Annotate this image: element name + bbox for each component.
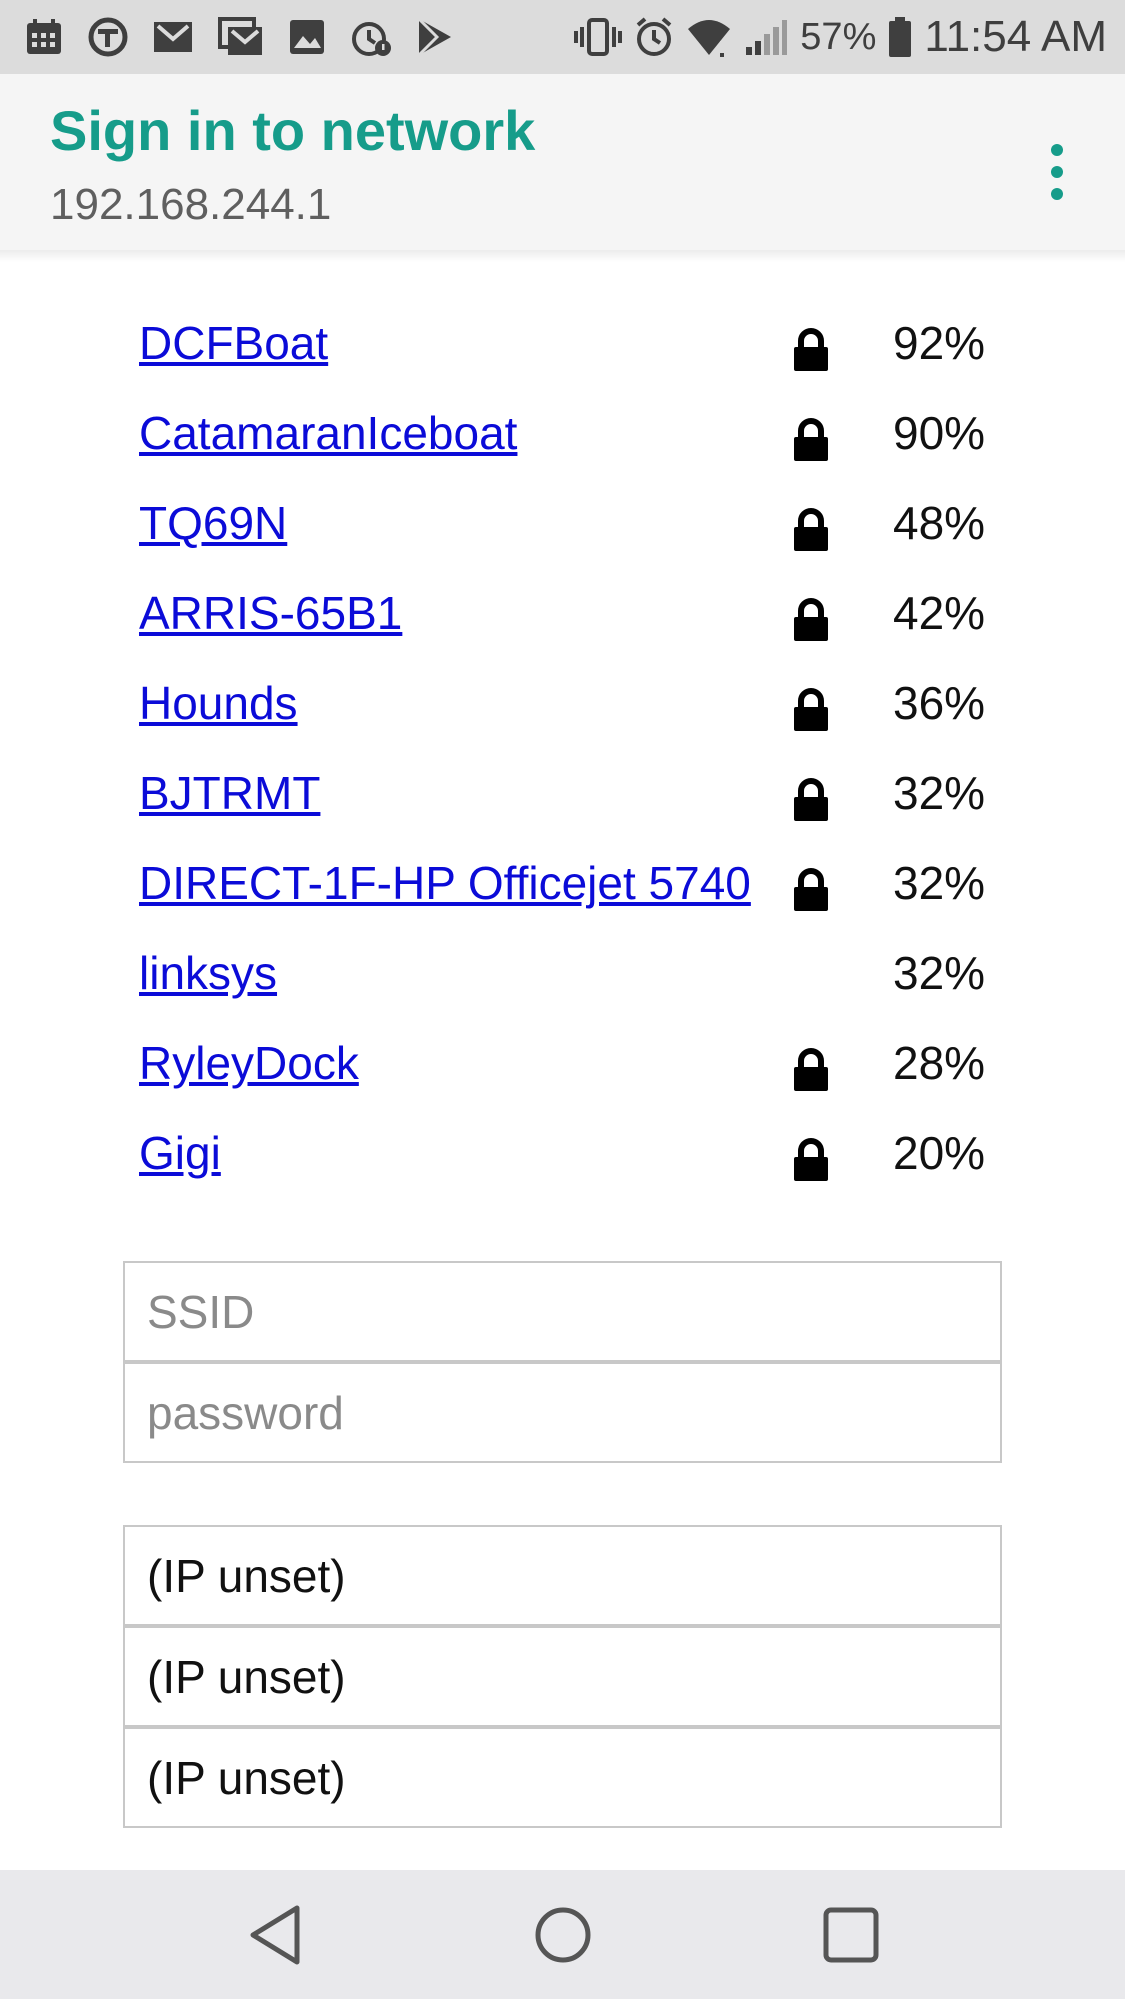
lock-icon: [792, 598, 830, 647]
network-link-bjtrmt[interactable]: BJTRMT: [139, 766, 320, 820]
alarm-icon: [634, 17, 674, 57]
news-icon: [88, 17, 128, 57]
overflow-menu-icon: [1051, 144, 1063, 200]
ip-field-3[interactable]: [123, 1727, 1002, 1828]
ip-field-1[interactable]: [123, 1525, 1002, 1626]
lock-icon: [792, 508, 830, 557]
signal-strength: 42%: [893, 587, 986, 639]
signal-strength: 32%: [893, 857, 986, 909]
signal-strength: 48%: [893, 497, 986, 549]
vibrate-icon: [574, 17, 623, 57]
system-icons: 57% 11:54 AM: [562, 12, 1107, 62]
alarm-info-icon: [350, 16, 392, 58]
network-link-catamaraniceboat[interactable]: CatamaranIceboat: [139, 406, 517, 460]
photo-icon: [288, 18, 326, 56]
network-row: BJTRMT 32%: [0, 750, 1125, 840]
navigation-bar: [0, 1870, 1125, 1999]
network-row: DIRECT-1F-HP Officejet 5740 32%: [0, 840, 1125, 930]
lock-icon: [792, 778, 830, 827]
signal-strength: 28%: [893, 1037, 986, 1089]
network-row: Gigi 20%: [0, 1110, 1125, 1200]
play-store-icon: [416, 17, 454, 57]
ssid-input[interactable]: [123, 1261, 1002, 1362]
cell-signal-icon: [744, 17, 788, 57]
network-link-dcfboat[interactable]: DCFBoat: [139, 316, 328, 370]
network-link-ryleydock[interactable]: RyleyDock: [139, 1036, 359, 1090]
signal-strength: 32%: [893, 767, 986, 819]
network-link-direct-hp-officejet[interactable]: DIRECT-1F-HP Officejet 5740: [139, 856, 751, 910]
recents-button[interactable]: [816, 1900, 886, 1970]
home-icon: [535, 1907, 591, 1963]
network-link-tq69n[interactable]: TQ69N: [139, 496, 287, 550]
network-link-arris-65b1[interactable]: ARRIS-65B1: [139, 586, 402, 640]
network-row: Hounds 36%: [0, 660, 1125, 750]
ip-field-2[interactable]: [123, 1626, 1002, 1727]
header-shadow: [0, 250, 1125, 262]
network-link-hounds[interactable]: Hounds: [139, 676, 298, 730]
back-button[interactable]: [240, 1900, 310, 1970]
gmail-icon-2: [218, 17, 264, 57]
lock-icon: [792, 328, 830, 377]
network-row: RyleyDock 28%: [0, 1020, 1125, 1110]
password-input[interactable]: [123, 1362, 1002, 1463]
lock-icon: [792, 1048, 830, 1097]
network-row: TQ69N 48%: [0, 480, 1125, 570]
battery-icon: [888, 16, 912, 58]
lock-icon: [792, 688, 830, 737]
network-link-gigi[interactable]: Gigi: [139, 1126, 221, 1180]
lock-icon: [792, 418, 830, 467]
lock-icon: [792, 868, 830, 917]
page-subtitle: 192.168.244.1: [50, 180, 332, 229]
signal-strength: 92%: [893, 317, 986, 369]
signal-strength: 90%: [893, 407, 986, 459]
network-row: linksys 32%: [0, 930, 1125, 1020]
notification-icons: [24, 16, 478, 58]
signal-strength: 36%: [893, 677, 986, 729]
calendar-icon: [24, 17, 64, 57]
status-bar: 57% 11:54 AM: [0, 0, 1125, 74]
page-title: Sign in to network: [50, 99, 536, 162]
battery-percent: 57%: [800, 15, 877, 58]
network-row: CatamaranIceboat 90%: [0, 390, 1125, 480]
network-row: ARRIS-65B1 42%: [0, 570, 1125, 660]
recents-icon: [823, 1907, 879, 1963]
overflow-menu-button[interactable]: [1030, 132, 1084, 212]
network-row: DCFBoat 92%: [0, 300, 1125, 390]
clock: 11:54 AM: [924, 12, 1107, 61]
gmail-icon: [152, 19, 194, 55]
back-icon: [250, 1905, 300, 1965]
network-link-linksys[interactable]: linksys: [139, 946, 277, 1000]
app-header: Sign in to network 192.168.244.1: [0, 74, 1125, 250]
home-button[interactable]: [528, 1900, 598, 1970]
signal-strength: 32%: [893, 947, 986, 999]
signal-strength: 20%: [893, 1127, 986, 1179]
lock-icon: [792, 1138, 830, 1187]
wifi-icon: [686, 17, 732, 57]
